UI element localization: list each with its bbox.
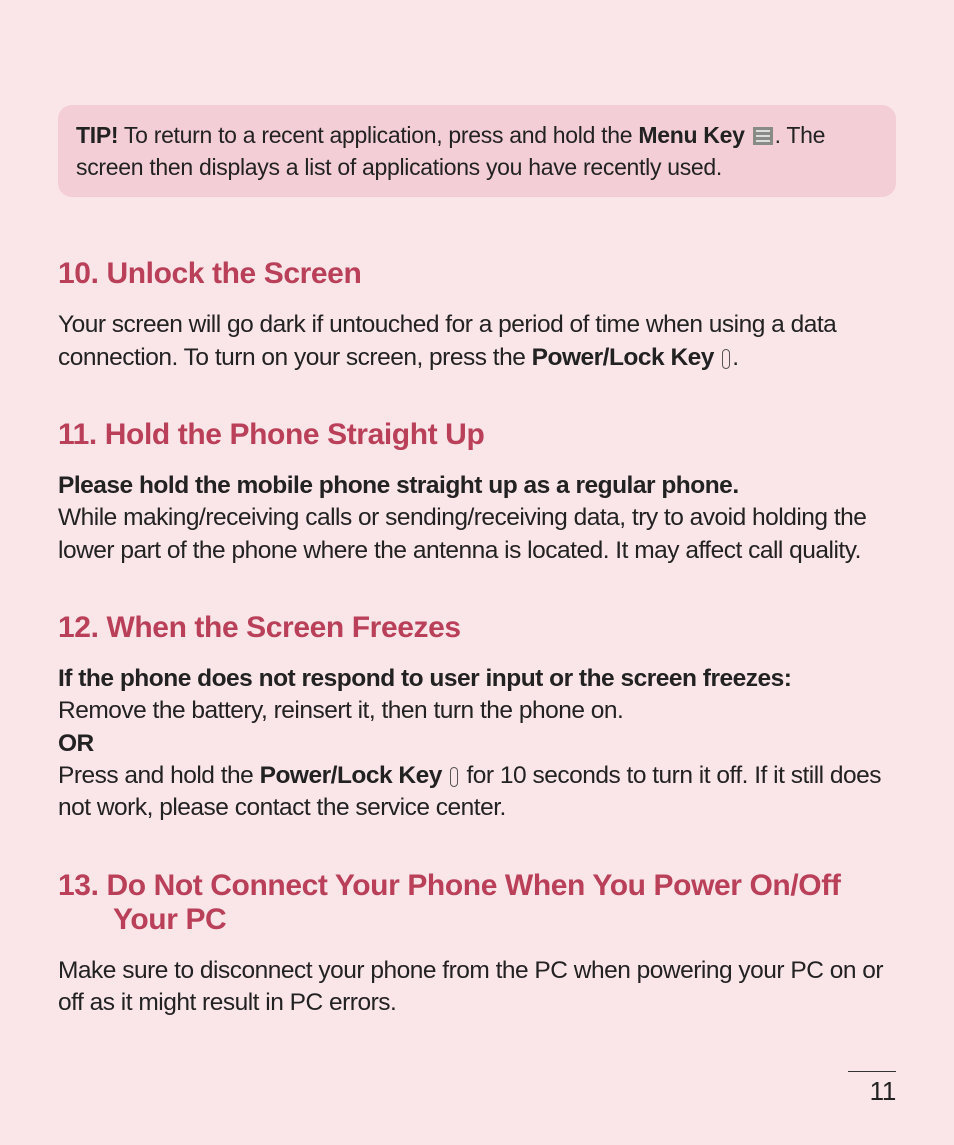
tip-box: TIP! To return to a recent application, … — [58, 105, 896, 197]
tip-text-before: To return to a recent application, press… — [118, 122, 638, 148]
section-11-heading: 11. Hold the Phone Straight Up — [58, 418, 896, 452]
section-11-bold-line: Please hold the mobile phone straight up… — [58, 472, 739, 499]
section-12-power-key: Power/Lock Key — [260, 762, 442, 789]
page-number: 11 — [848, 1071, 896, 1107]
section-12-line2-before: Press and hold the — [58, 762, 260, 789]
page-number-value: 11 — [870, 1076, 896, 1106]
section-11-text: While making/receiving calls or sending/… — [58, 504, 866, 563]
section-10-text-before: Your screen will go dark if untouched fo… — [58, 311, 836, 370]
section-12-body: If the phone does not respond to user in… — [58, 663, 896, 825]
section-10-power-key: Power/Lock Key — [532, 344, 714, 371]
tip-menu-key: Menu Key — [638, 122, 744, 148]
tip-label: TIP! — [76, 122, 118, 148]
section-10-heading: 10. Unlock the Screen — [58, 257, 896, 291]
menu-icon — [753, 127, 773, 145]
section-12-or-label: OR — [58, 730, 94, 757]
section-13-body: Make sure to disconnect your phone from … — [58, 955, 896, 1020]
section-13-heading: 13. Do Not Connect Your Phone When You P… — [58, 869, 896, 937]
page-number-divider — [848, 1071, 896, 1072]
lock-icon — [722, 349, 730, 369]
lock-icon — [450, 767, 458, 787]
section-12-line1: Remove the battery, reinsert it, then tu… — [58, 697, 623, 724]
section-12-heading: 12. When the Screen Freezes — [58, 611, 896, 645]
section-11-body: Please hold the mobile phone straight up… — [58, 470, 896, 567]
section-10-text-after: . — [732, 344, 738, 371]
section-10-body: Your screen will go dark if untouched fo… — [58, 309, 896, 374]
section-12-bold-line: If the phone does not respond to user in… — [58, 665, 791, 692]
